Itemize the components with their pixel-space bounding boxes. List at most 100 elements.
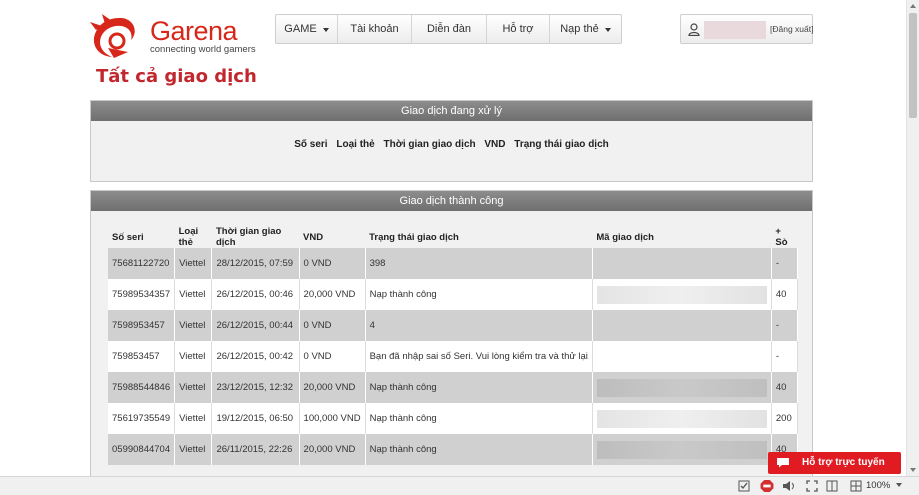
pending-column-headers: Số seri Loại thẻ Thời gian giao dịch VND…: [91, 139, 812, 150]
cell-txid: [592, 248, 772, 279]
header-type: Loại thẻ: [178, 226, 199, 248]
table-row: 05990844704 Viettel 26/11/2015, 22:26 20…: [108, 434, 799, 465]
transactions-table: Số seri Loại thẻ Thời gian giao dịch VND…: [108, 226, 799, 465]
cell-txid: [592, 310, 772, 341]
pending-header-type: Loại thẻ: [336, 139, 375, 150]
zoom-level[interactable]: 100%: [866, 480, 890, 491]
table-row: 75619735549 Viettel 19/12/2015, 06:50 10…: [108, 403, 799, 434]
header-so: + Sò: [775, 226, 788, 248]
nav-topup[interactable]: Nạp thẻ: [550, 15, 621, 43]
nav-account[interactable]: Tài khoản: [338, 15, 412, 43]
chat-icon: [777, 458, 789, 468]
garena-dragon-icon: [90, 14, 135, 58]
cell-time: 26/12/2015, 00:46: [211, 279, 300, 310]
cell-txid: [592, 434, 772, 465]
cell-txid: [592, 279, 772, 310]
nav-topup-label: Nạp thẻ: [560, 23, 599, 35]
pending-header-seri: Số seri: [294, 139, 328, 150]
cell-vnd: 20,000 VND: [299, 372, 366, 403]
main-nav: GAME Tài khoản Diễn đàn Hỗ trợ Nạp thẻ: [275, 14, 622, 44]
logo-tagline: connecting world gamers: [150, 44, 256, 55]
header-txid: Mã giao dịch: [596, 231, 654, 243]
txid-redacted: [596, 440, 767, 459]
cell-so: 40: [771, 279, 799, 310]
pending-header-vnd: VND: [484, 139, 506, 150]
cell-txid: [592, 372, 772, 403]
scroll-up-icon[interactable]: [910, 4, 916, 8]
checkbox-icon[interactable]: [738, 480, 750, 492]
adblock-icon[interactable]: [760, 480, 774, 492]
txid-redacted: [596, 409, 767, 428]
success-panel-title: Giao dịch thành công: [91, 191, 812, 211]
logo-brand: Garena: [150, 16, 238, 46]
cell-status: Nạp thành công: [365, 434, 593, 465]
cell-status: Nạp thành công: [365, 279, 593, 310]
txid-redacted: [596, 285, 767, 304]
cell-vnd: 100,000 VND: [299, 403, 366, 434]
garena-logo[interactable]: Garena connecting world gamers: [88, 12, 256, 60]
cell-txid: [592, 403, 772, 434]
cell-type: Viettel: [174, 248, 213, 279]
cell-vnd: 0 VND: [299, 248, 366, 279]
cell-type: Viettel: [174, 372, 213, 403]
table-row: 75989534357 Viettel 26/12/2015, 00:46 20…: [108, 279, 799, 310]
cell-so: -: [771, 310, 799, 341]
table-row: 759853457 Viettel 26/12/2015, 00:42 0 VN…: [108, 341, 799, 372]
cell-time: 28/12/2015, 07:59: [211, 248, 300, 279]
speaker-icon[interactable]: [782, 480, 796, 492]
pending-panel: Giao dịch đang xử lý Số seri Loại thẻ Th…: [90, 100, 813, 182]
cell-seri: 7598953457: [108, 310, 176, 341]
cell-seri: 75681122720: [108, 248, 176, 279]
username-redacted[interactable]: [704, 21, 766, 39]
cell-seri: 759853457: [108, 341, 176, 372]
nav-account-label: Tài khoản: [350, 23, 399, 35]
nav-forum[interactable]: Diễn đàn: [412, 15, 487, 43]
table-row: 7598953457 Viettel 26/12/2015, 00:44 0 V…: [108, 310, 799, 341]
cell-so: -: [771, 248, 799, 279]
cell-type: Viettel: [174, 279, 213, 310]
success-panel: Giao dịch thành công Số seri Loại thẻ Th…: [90, 190, 813, 480]
cell-type: Viettel: [174, 341, 213, 372]
header-seri: Số seri: [112, 231, 144, 243]
table-row: 75681122720 Viettel 28/12/2015, 07:59 0 …: [108, 248, 799, 279]
header-time: Thời gian giao dịch: [215, 226, 282, 248]
page-title: Tất cả giao dịch: [96, 66, 257, 87]
scrollbar-thumb[interactable]: [909, 13, 917, 118]
cell-status: 4: [365, 310, 593, 341]
pending-header-status: Trạng thái giao dịch: [514, 139, 609, 150]
cell-vnd: 20,000 VND: [299, 279, 366, 310]
scroll-down-icon[interactable]: [910, 468, 916, 472]
cell-time: 26/12/2015, 00:44: [211, 310, 300, 341]
reader-view-icon[interactable]: [826, 480, 838, 492]
nav-support-label: Hỗ trợ: [502, 23, 534, 35]
cell-time: 26/11/2015, 22:26: [211, 434, 300, 465]
browser-status-bar: 100%: [0, 476, 919, 495]
cell-so: -: [771, 341, 799, 372]
cell-txid: [592, 341, 772, 372]
cell-status: 398: [365, 248, 593, 279]
cell-vnd: 0 VND: [299, 341, 366, 372]
logout-link[interactable]: [Đăng xuất]: [770, 24, 813, 34]
fullscreen-icon[interactable]: [806, 480, 818, 492]
chevron-down-icon[interactable]: [896, 483, 902, 487]
nav-forum-label: Diễn đàn: [426, 23, 472, 35]
header-vnd: VND: [303, 231, 324, 243]
header-status: Trạng thái giao dịch: [369, 231, 459, 243]
cell-time: 26/12/2015, 00:42: [211, 341, 300, 372]
cell-time: 19/12/2015, 06:50: [211, 403, 300, 434]
pending-header-time: Thời gian giao dịch: [383, 139, 476, 150]
cell-type: Viettel: [174, 434, 213, 465]
zoom-icon[interactable]: [850, 480, 862, 492]
nav-game[interactable]: GAME: [276, 15, 338, 43]
table-row: 75988544846 Viettel 23/12/2015, 12:32 20…: [108, 372, 799, 403]
nav-game-label: GAME: [284, 23, 317, 35]
support-button-label: Hỗ trợ trực tuyến: [802, 457, 885, 468]
cell-seri: 05990844704: [108, 434, 176, 465]
table-header-row: Số seri Loại thẻ Thời gian giao dịch VND…: [108, 226, 798, 248]
cell-seri: 75988544846: [108, 372, 176, 403]
page-scrollbar[interactable]: [906, 0, 919, 476]
cell-seri: 75619735549: [108, 403, 176, 434]
nav-support[interactable]: Hỗ trợ: [487, 15, 550, 43]
cell-status: Bạn đã nhập sai số Seri. Vui lòng kiểm t…: [365, 341, 593, 372]
online-support-button[interactable]: Hỗ trợ trực tuyến: [768, 452, 901, 474]
